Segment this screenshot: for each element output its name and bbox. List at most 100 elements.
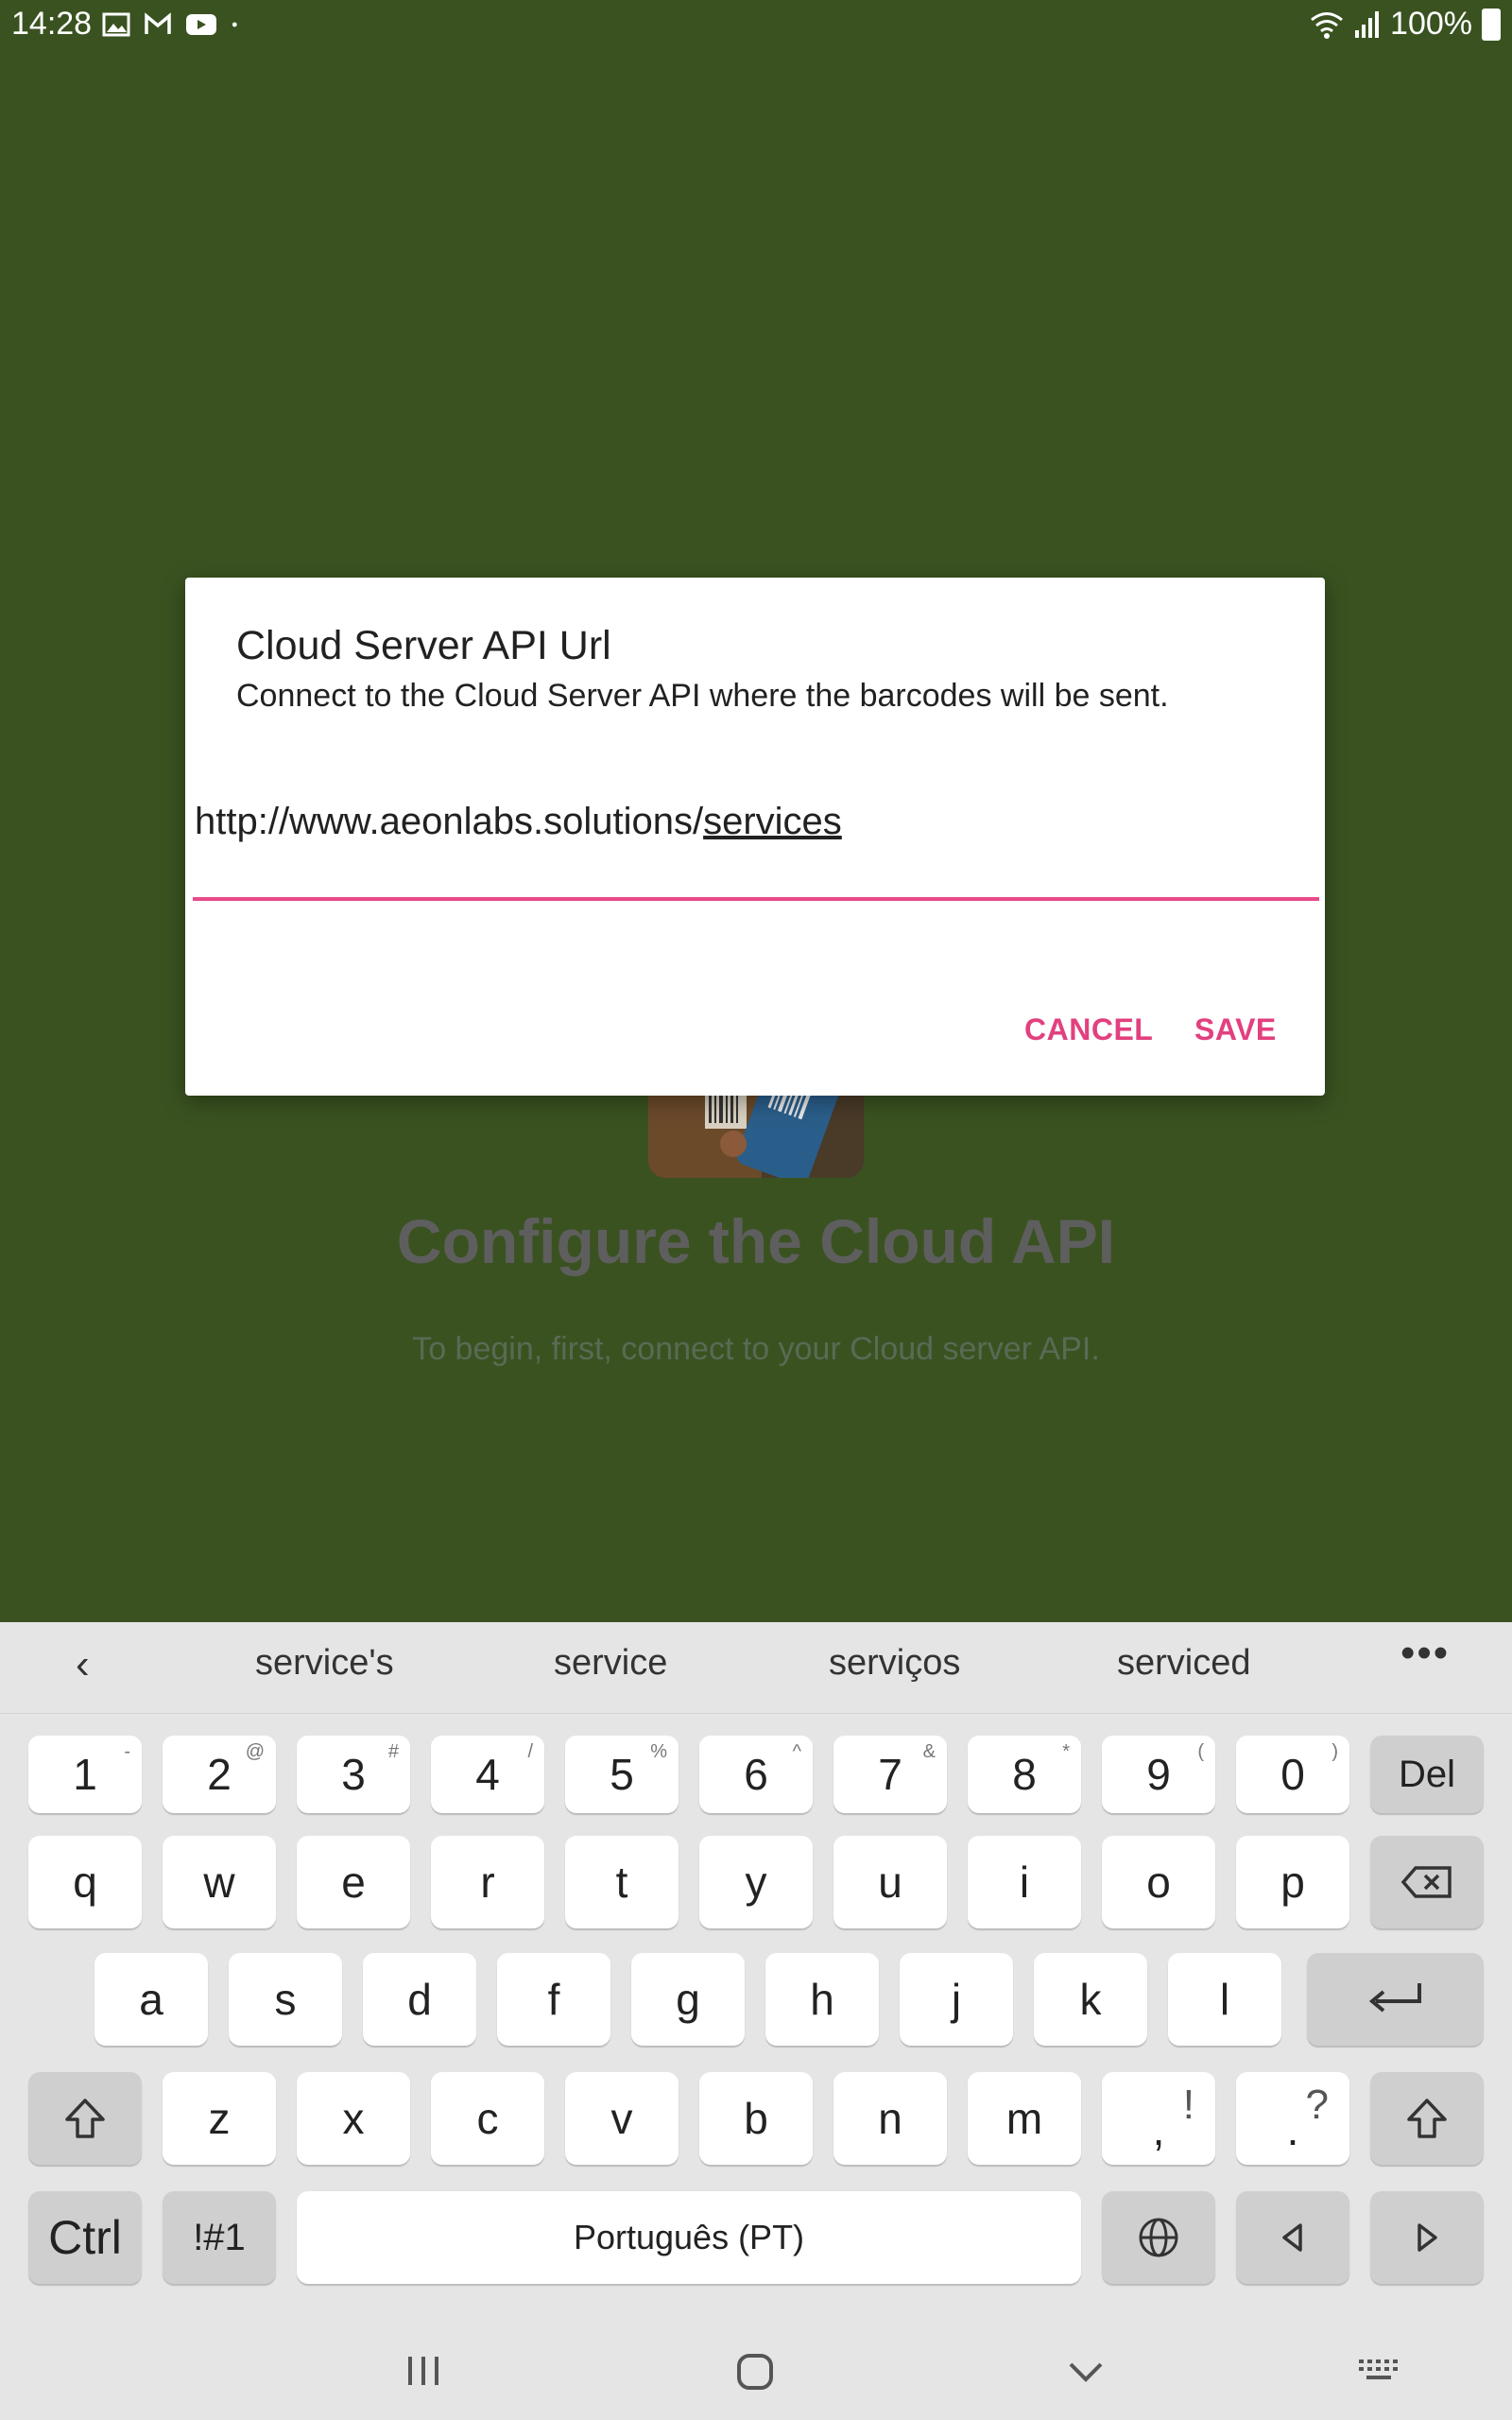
arrow-left-icon xyxy=(1282,2223,1302,2252)
key-secondary-label: / xyxy=(527,1741,533,1762)
shift-key-right[interactable] xyxy=(1370,2072,1484,2165)
period-key[interactable]: . ? xyxy=(1236,2072,1349,2165)
key-l[interactable]: l xyxy=(1168,1953,1281,2046)
key-label: 4 xyxy=(475,1750,500,1799)
key-label: i xyxy=(1019,1858,1030,1907)
key-label: n xyxy=(878,2094,902,2143)
gmail-icon xyxy=(145,12,171,34)
key-secondary-label: # xyxy=(387,1741,399,1762)
battery-icon xyxy=(1482,8,1501,41)
key-6[interactable]: 6 ^ xyxy=(699,1736,813,1813)
key-o[interactable]: o xyxy=(1102,1836,1215,1928)
key-m[interactable]: m xyxy=(968,2072,1081,2165)
keyboard-switch-button[interactable] xyxy=(1357,2352,1402,2402)
notification-dot-icon xyxy=(232,22,237,27)
key-label: q xyxy=(73,1858,97,1907)
recents-button[interactable] xyxy=(404,2352,442,2400)
hide-keyboard-button[interactable] xyxy=(1066,2352,1106,2402)
key-label: c xyxy=(476,2094,499,2143)
enter-key[interactable] xyxy=(1307,1953,1484,2046)
key-9[interactable]: 9( xyxy=(1102,1736,1215,1813)
key-i[interactable]: i xyxy=(968,1836,1081,1928)
key-secondary-label: ^ xyxy=(792,1741,801,1762)
chevron-left-icon[interactable]: ‹ xyxy=(76,1641,90,1688)
suggestion-bar: ‹ service's service serviços serviced ••… xyxy=(0,1622,1512,1714)
key-j[interactable]: j xyxy=(900,1953,1013,2046)
key-label: s xyxy=(274,1975,297,2024)
key-label: m xyxy=(1005,2094,1043,2143)
home-button[interactable] xyxy=(735,2352,775,2402)
key-3[interactable]: 3 # xyxy=(297,1736,410,1813)
key-f[interactable]: f xyxy=(497,1953,610,2046)
space-key[interactable]: Português (PT) xyxy=(297,2191,1081,2284)
key-g[interactable]: g xyxy=(631,1953,745,2046)
battery-percent: 100% xyxy=(1390,6,1472,42)
shift-key-left[interactable] xyxy=(28,2072,142,2165)
key-w[interactable]: w xyxy=(163,1836,276,1928)
wifi-icon xyxy=(1311,11,1343,39)
more-options-icon[interactable]: ••• xyxy=(1400,1630,1450,1677)
dialog-title: Cloud Server API Url xyxy=(236,623,611,668)
key-8[interactable]: 8 * xyxy=(968,1736,1081,1813)
key-label: e xyxy=(341,1858,366,1907)
url-prefix: http://www.aeonlabs.solutions/ xyxy=(195,801,704,842)
key-label: p xyxy=(1280,1858,1305,1907)
key-0[interactable]: 0) xyxy=(1236,1736,1349,1813)
shift-icon xyxy=(65,2099,105,2138)
key-k[interactable]: k xyxy=(1034,1953,1147,2046)
key-q[interactable]: q xyxy=(28,1836,142,1928)
key-secondary-label: & xyxy=(922,1741,936,1762)
suggestion-3[interactable]: serviços xyxy=(829,1643,960,1684)
key-u[interactable]: u xyxy=(833,1836,947,1928)
del-key[interactable]: Del xyxy=(1370,1736,1484,1813)
comma-key[interactable]: , ! xyxy=(1102,2072,1215,2165)
key-secondary-label: * xyxy=(1062,1741,1070,1762)
suggestion-4[interactable]: serviced xyxy=(1117,1643,1251,1684)
key-4[interactable]: 4/ xyxy=(431,1736,544,1813)
key-7[interactable]: 7 & xyxy=(833,1736,947,1813)
key-label: l xyxy=(1219,1975,1230,2024)
key-e[interactable]: e xyxy=(297,1836,410,1928)
key-r[interactable]: r xyxy=(431,1836,544,1928)
ctrl-key[interactable]: Ctrl xyxy=(28,2191,142,2284)
cursor-left-key[interactable] xyxy=(1236,2191,1349,2284)
home-icon xyxy=(737,2354,773,2390)
soft-keyboard: ‹ service's service serviços serviced ••… xyxy=(0,1622,1512,2420)
symbols-key[interactable]: !#1 xyxy=(163,2191,276,2284)
key-label: d xyxy=(407,1975,432,2024)
key-label: 7 xyxy=(878,1750,902,1799)
backspace-key[interactable] xyxy=(1370,1836,1484,1928)
key-label: 2 xyxy=(207,1750,232,1799)
status-bar: 14:28 100% xyxy=(0,0,1512,53)
key-p[interactable]: p xyxy=(1236,1836,1349,1928)
key-a[interactable]: a xyxy=(94,1953,208,2046)
key-c[interactable]: c xyxy=(431,2072,544,2165)
key-label: x xyxy=(342,2094,365,2143)
suggestion-1[interactable]: service's xyxy=(255,1643,394,1684)
language-key[interactable] xyxy=(1102,2191,1215,2284)
key-d[interactable]: d xyxy=(363,1953,476,2046)
period-secondary: ? xyxy=(1305,2082,1329,2128)
key-n[interactable]: n xyxy=(833,2072,947,2165)
key-5[interactable]: 5% xyxy=(565,1736,679,1813)
key-b[interactable]: b xyxy=(699,2072,813,2165)
save-button[interactable]: SAVE xyxy=(1194,1012,1277,1047)
key-h[interactable]: h xyxy=(765,1953,879,2046)
key-label: g xyxy=(676,1975,700,2024)
key-x[interactable]: x xyxy=(297,2072,410,2165)
key-1[interactable]: 1- xyxy=(28,1736,142,1813)
key-s[interactable]: s xyxy=(229,1953,342,2046)
key-label: 3 xyxy=(341,1750,366,1799)
key-z[interactable]: z xyxy=(163,2072,276,2165)
key-v[interactable]: v xyxy=(565,2072,679,2165)
status-right: 100% xyxy=(1309,6,1501,43)
cursor-right-key[interactable] xyxy=(1370,2191,1484,2284)
cancel-button[interactable]: CANCEL xyxy=(1024,1012,1153,1047)
key-secondary-label: @ xyxy=(245,1741,265,1762)
key-label: j xyxy=(951,1975,962,2024)
suggestion-2[interactable]: service xyxy=(554,1643,667,1684)
key-y[interactable]: y xyxy=(699,1836,813,1928)
key-t[interactable]: t xyxy=(565,1836,679,1928)
key-2[interactable]: 2 @ xyxy=(163,1736,276,1813)
shift-icon xyxy=(1407,2099,1447,2138)
